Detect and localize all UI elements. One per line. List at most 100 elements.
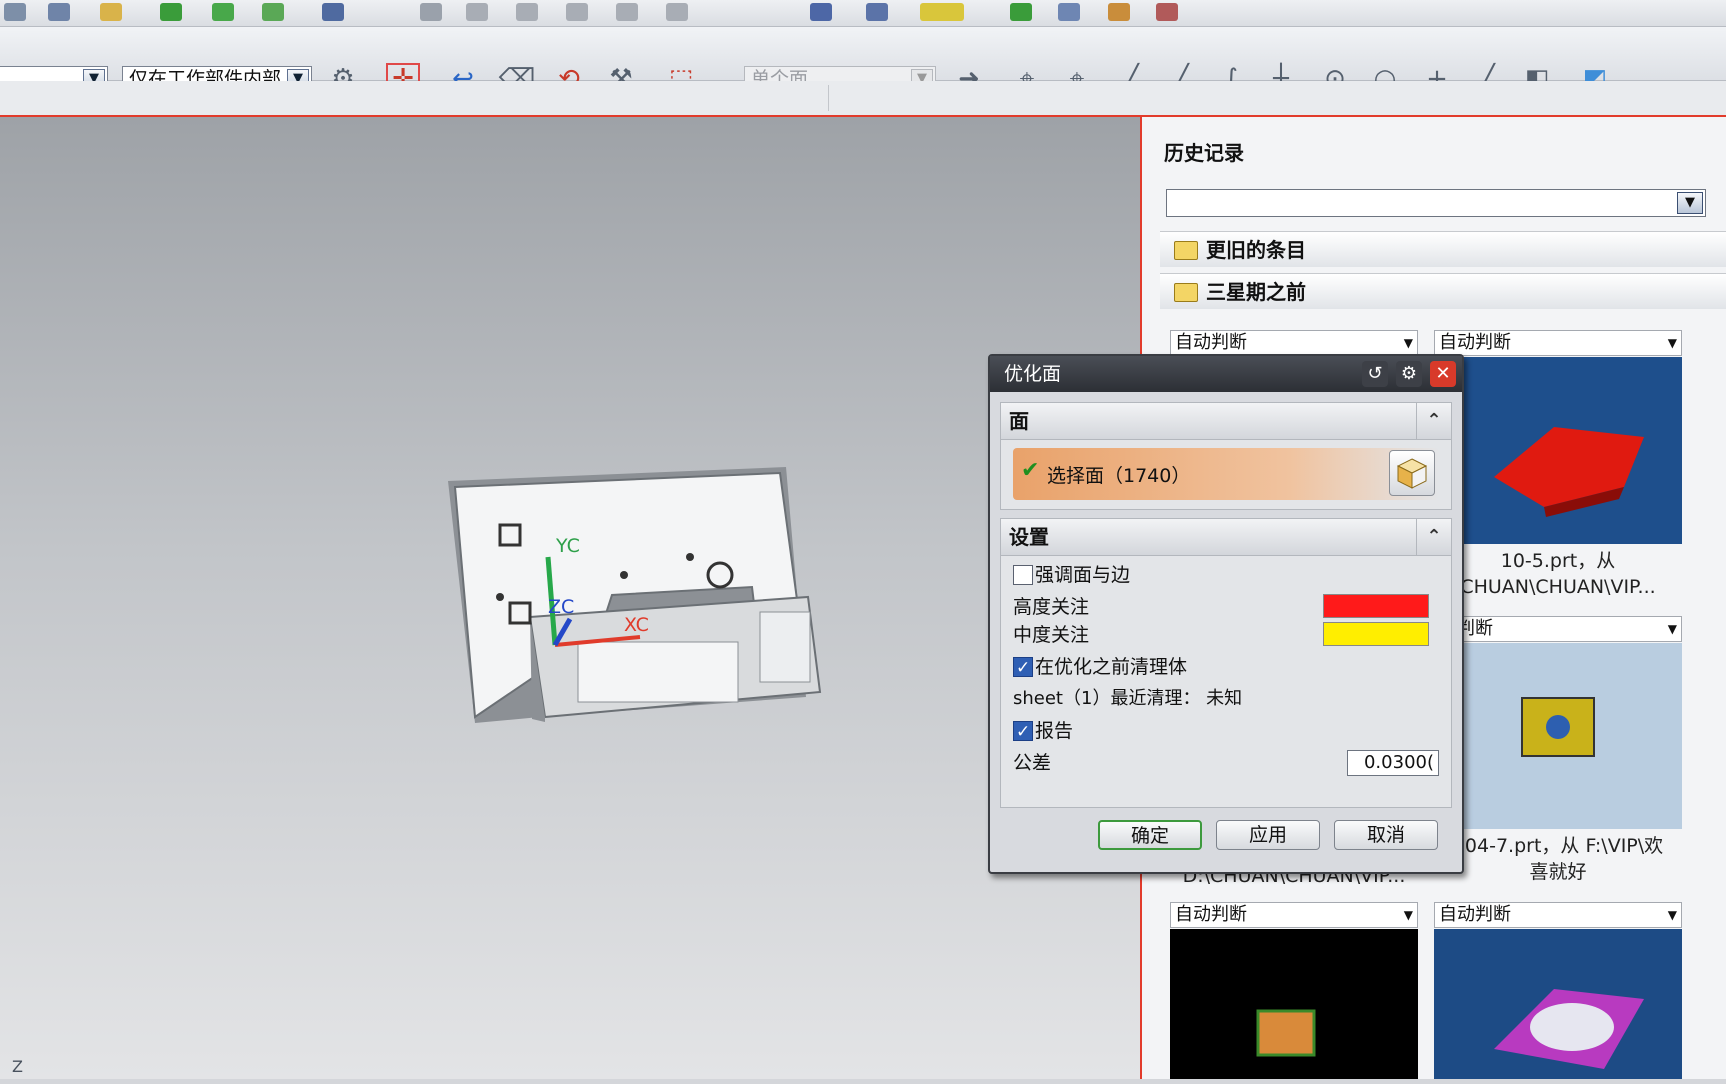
dialog-title: 优化面 bbox=[1004, 363, 1062, 385]
history-card-filter[interactable]: 自动判断 ▼ bbox=[1434, 902, 1682, 928]
optimize-face-dialog: 优化面 ↺ ⚙ ✕ 面 ⌃ ✔ 选择面（1740） 设置 ⌃ 强调面与边 高度关… bbox=[988, 354, 1464, 874]
chevron-down-icon: ▼ bbox=[1667, 622, 1677, 636]
recent-clean-status: sheet（1）最近清理： 未知 bbox=[1013, 688, 1243, 709]
history-card-caption: CHUAN\CHUAN\VIP... bbox=[1460, 576, 1656, 598]
history-thumbnail[interactable] bbox=[1434, 643, 1682, 829]
history-group-three-weeks[interactable]: 三星期之前 bbox=[1160, 273, 1726, 309]
part-shape bbox=[1546, 715, 1570, 739]
cancel-button[interactable]: 取消 bbox=[1334, 820, 1438, 850]
selection-toolbar: ▼ 仅在工作部件内部 ▼ ⚙ ✛ ↩ ⌫ ⟲ ⚒ ⬚ 单个面 ▼ ➜ ⌖ ⌖ ╱… bbox=[0, 27, 1726, 95]
clean-before-checkbox-row[interactable]: 在优化之前清理体 bbox=[1013, 654, 1188, 681]
surface-icon[interactable] bbox=[616, 3, 638, 21]
database-icon[interactable] bbox=[810, 3, 832, 21]
medium-attention-color-swatch[interactable] bbox=[1323, 622, 1429, 646]
folder-icon[interactable] bbox=[100, 3, 122, 21]
close-icon[interactable]: ✕ bbox=[1430, 361, 1456, 387]
history-card-filter[interactable]: 自动判断 ▼ bbox=[1434, 330, 1682, 356]
clean-before-label: 在优化之前清理体 bbox=[1035, 656, 1188, 678]
history-card-caption: 喜就好 bbox=[1529, 861, 1587, 883]
folder-icon bbox=[1174, 241, 1198, 260]
graphics-viewport[interactable]: YC ZC XC Z bbox=[0, 117, 1140, 1079]
chevron-down-icon: ▼ bbox=[1667, 908, 1677, 922]
history-card-filter-value: 自动判断 bbox=[1439, 332, 1511, 353]
tolerance-label: 公差 bbox=[1013, 752, 1052, 774]
check-icon[interactable] bbox=[160, 3, 182, 21]
check-icon[interactable] bbox=[212, 3, 234, 21]
axis-label-yc: YC bbox=[555, 535, 580, 557]
divider bbox=[828, 85, 829, 111]
history-thumbnail[interactable] bbox=[1434, 357, 1682, 544]
report-checkbox-row[interactable]: 报告 bbox=[1013, 718, 1074, 745]
checkmark-icon: ✔ bbox=[1021, 458, 1040, 483]
top-toolbar bbox=[0, 0, 1726, 27]
chevron-down-icon: ▼ bbox=[1403, 336, 1413, 350]
axis-label-xc: XC bbox=[624, 614, 649, 636]
select-face-label: 选择面（1740） bbox=[1047, 465, 1191, 487]
model-hole bbox=[686, 553, 694, 561]
part-preview bbox=[1256, 1009, 1316, 1057]
history-card-filter[interactable]: 自动判断 ▼ bbox=[1170, 330, 1418, 356]
history-search-select[interactable]: ▼ bbox=[1166, 189, 1706, 217]
copy-icon[interactable] bbox=[48, 3, 70, 21]
chevron-down-icon: ▼ bbox=[1403, 908, 1413, 922]
chevron-down-icon[interactable]: ▼ bbox=[1677, 192, 1703, 214]
part-preview bbox=[1494, 427, 1644, 517]
apply-button[interactable]: 应用 bbox=[1216, 820, 1320, 850]
chevron-up-icon[interactable]: ⌃ bbox=[1416, 403, 1451, 439]
section-settings-body: 强调面与边 高度关注 中度关注 在优化之前清理体 sheet（1）最近清理： 未… bbox=[1000, 556, 1452, 808]
history-card-filter-value: 自动判断 bbox=[1175, 904, 1247, 925]
check-icon[interactable] bbox=[262, 3, 284, 21]
history-thumbnail[interactable] bbox=[1434, 929, 1682, 1079]
model-hole bbox=[496, 593, 504, 601]
abc-icon[interactable] bbox=[322, 3, 344, 21]
axis-label-zc: ZC bbox=[548, 596, 574, 618]
report-label: 报告 bbox=[1035, 720, 1074, 742]
triad-label: Z bbox=[12, 1057, 23, 1076]
emphasize-checkbox[interactable] bbox=[1013, 565, 1033, 585]
history-card-filter[interactable]: 动判断 ▼ bbox=[1434, 616, 1682, 642]
folder-open-icon bbox=[1174, 283, 1198, 302]
history-card-filter[interactable]: 自动判断 ▼ bbox=[1170, 902, 1418, 928]
sketch-icon[interactable] bbox=[420, 3, 442, 21]
dialog-titlebar[interactable]: 优化面 ↺ ⚙ ✕ bbox=[990, 356, 1462, 392]
face-selection-button[interactable] bbox=[1389, 450, 1435, 496]
view-icon[interactable] bbox=[1156, 3, 1178, 21]
chevron-up-icon[interactable]: ⌃ bbox=[1416, 519, 1451, 555]
history-title: 历史记录 bbox=[1164, 141, 1244, 165]
section-settings-header[interactable]: 设置 ⌃ bbox=[1000, 518, 1452, 556]
surface-icon[interactable] bbox=[666, 3, 688, 21]
part-shape bbox=[1256, 1009, 1316, 1057]
high-attention-label: 高度关注 bbox=[1013, 596, 1090, 618]
history-thumbnail[interactable] bbox=[1170, 929, 1418, 1079]
reset-icon[interactable]: ↺ bbox=[1362, 361, 1388, 387]
model-hole bbox=[620, 571, 628, 579]
gear-icon[interactable]: ⚙ bbox=[1396, 361, 1422, 387]
tolerance-input[interactable]: 0.0300( bbox=[1347, 750, 1439, 776]
clean-before-checkbox[interactable] bbox=[1013, 655, 1033, 681]
model-inner-pocket bbox=[577, 641, 739, 703]
table-icon[interactable] bbox=[1058, 3, 1080, 21]
emphasize-checkbox-row[interactable]: 强调面与边 bbox=[1013, 562, 1130, 588]
surface-icon[interactable] bbox=[466, 3, 488, 21]
high-attention-color-swatch[interactable] bbox=[1323, 594, 1429, 618]
history-card-filter-value: 自动判断 bbox=[1175, 332, 1247, 353]
section-face-body: ✔ 选择面（1740） bbox=[1000, 440, 1452, 510]
section-face-title: 面 bbox=[1009, 409, 1029, 433]
surface-icon[interactable] bbox=[516, 3, 538, 21]
history-group-label: 更旧的条目 bbox=[1206, 238, 1306, 262]
part-shape bbox=[1530, 1003, 1614, 1051]
layer-icon[interactable] bbox=[4, 3, 26, 21]
surface-icon[interactable] bbox=[566, 3, 588, 21]
pen-icon[interactable] bbox=[866, 3, 888, 21]
chart-icon[interactable] bbox=[1108, 3, 1130, 21]
check-icon[interactable] bbox=[1010, 3, 1032, 21]
select-face-row[interactable]: ✔ 选择面（1740） bbox=[1013, 448, 1439, 500]
history-group-older[interactable]: 更旧的条目 bbox=[1160, 231, 1726, 267]
history-card-caption: 10-5.prt，从 bbox=[1500, 550, 1616, 572]
highlight-icon[interactable] bbox=[920, 3, 964, 21]
section-face-header[interactable]: 面 ⌃ bbox=[1000, 402, 1452, 440]
ok-button[interactable]: 确定 bbox=[1098, 820, 1202, 850]
tab-strip bbox=[0, 81, 1726, 117]
report-checkbox[interactable] bbox=[1013, 719, 1033, 745]
model-view: YC ZC XC Z bbox=[12, 467, 822, 1076]
